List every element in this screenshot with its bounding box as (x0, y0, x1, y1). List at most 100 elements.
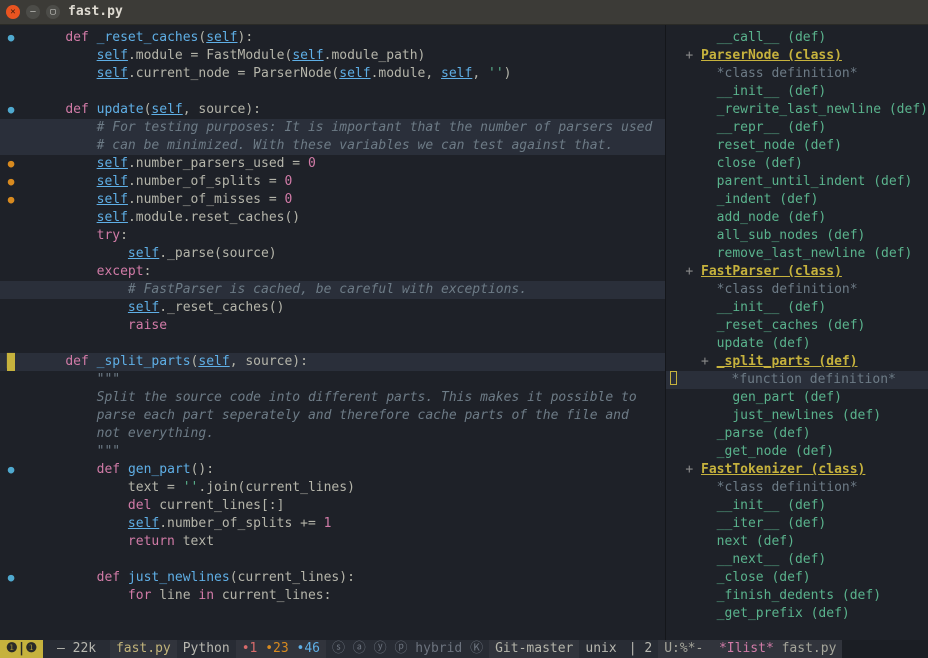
gutter-mark (0, 443, 22, 461)
ml-position: | 2 (623, 640, 658, 658)
code-content: """ (22, 371, 120, 389)
outline-item[interactable]: __iter__ (def) (666, 515, 928, 533)
gutter-mark: ● (0, 191, 22, 209)
code-line[interactable]: text = ''.join(current_lines) (0, 479, 665, 497)
code-content: raise (22, 317, 167, 335)
ml-indicator: ❶|❶ (0, 640, 43, 658)
code-line[interactable]: Split the source code into different par… (0, 389, 665, 407)
code-line[interactable]: ● self.number_of_splits = 0 (0, 173, 665, 191)
code-content: def _split_parts(self, source): (22, 353, 308, 371)
code-line[interactable]: # FastParser is cached, be careful with … (0, 281, 665, 299)
outline-item[interactable]: all_sub_nodes (def) (666, 227, 928, 245)
outline-item[interactable]: __init__ (def) (666, 83, 928, 101)
code-editor[interactable]: ● def _reset_caches(self): self.module =… (0, 25, 665, 640)
outline-item[interactable]: _parse (def) (666, 425, 928, 443)
code-content: self._reset_caches() (22, 299, 284, 317)
gutter-mark (0, 119, 22, 137)
gutter-mark (0, 479, 22, 497)
code-line[interactable] (0, 335, 665, 353)
code-line[interactable]: ● self.number_parsers_used = 0 (0, 155, 665, 173)
gutter-mark (0, 263, 22, 281)
gutter-mark: ● (0, 569, 22, 587)
code-line[interactable]: """ (0, 371, 665, 389)
outline-item[interactable]: _rewrite_last_newline (def) (666, 101, 928, 119)
gutter-mark (0, 317, 22, 335)
gutter-mark: ● (0, 29, 22, 47)
code-line[interactable] (0, 83, 665, 101)
code-line[interactable]: self.number_of_splits += 1 (0, 515, 665, 533)
outline-item[interactable]: + FastParser (class) (666, 263, 928, 281)
code-line[interactable]: ● def _reset_caches(self): (0, 29, 665, 47)
outline-item[interactable]: _reset_caches (def) (666, 317, 928, 335)
code-content: def _reset_caches(self): (22, 29, 253, 47)
outline-item[interactable]: + FastTokenizer (class) (666, 461, 928, 479)
code-line[interactable]: try: (0, 227, 665, 245)
window-title: fast.py (68, 3, 123, 21)
gutter-mark: ● (0, 155, 22, 173)
outline-item[interactable]: reset_node (def) (666, 137, 928, 155)
outline-item[interactable]: + ParserNode (class) (666, 47, 928, 65)
gutter-mark (0, 389, 22, 407)
code-line[interactable]: self.module = FastModule(self.module_pat… (0, 47, 665, 65)
outline-item[interactable]: __init__ (def) (666, 497, 928, 515)
outline-item[interactable]: next (def) (666, 533, 928, 551)
outline-item[interactable]: close (def) (666, 155, 928, 173)
code-line[interactable]: del current_lines[:] (0, 497, 665, 515)
code-line[interactable]: return text (0, 533, 665, 551)
code-line[interactable]: ● def just_newlines(current_lines): (0, 569, 665, 587)
gutter-mark (0, 533, 22, 551)
outline-item[interactable]: *class definition* (666, 281, 928, 299)
outline-item[interactable]: _finish_dedents (def) (666, 587, 928, 605)
code-line[interactable]: self.current_node = ParserNode(self.modu… (0, 65, 665, 83)
minimize-icon[interactable]: – (26, 5, 40, 19)
outline-item[interactable]: _get_node (def) (666, 443, 928, 461)
code-line[interactable]: parse each part seperately and therefore… (0, 407, 665, 425)
gutter-mark (0, 137, 22, 155)
outline-item[interactable]: just_newlines (def) (666, 407, 928, 425)
maximize-icon[interactable]: ▢ (46, 5, 60, 19)
gutter-mark (0, 497, 22, 515)
outline-item[interactable]: __repr__ (def) (666, 119, 928, 137)
ml-git: Git-master (489, 640, 579, 658)
outline-item[interactable]: update (def) (666, 335, 928, 353)
code-content: """ (22, 443, 120, 461)
code-line[interactable]: ● def update(self, source): (0, 101, 665, 119)
outline-panel[interactable]: __call__ (def) + ParserNode (class) *cla… (665, 25, 928, 640)
code-line[interactable]: not everything. (0, 425, 665, 443)
outline-item[interactable]: __call__ (def) (666, 29, 928, 47)
outline-item[interactable]: __next__ (def) (666, 551, 928, 569)
code-line[interactable]: ● self.number_of_misses = 0 (0, 191, 665, 209)
code-line[interactable]: self._parse(source) (0, 245, 665, 263)
outline-item[interactable]: _get_prefix (def) (666, 605, 928, 623)
code-line[interactable]: raise (0, 317, 665, 335)
outline-item[interactable]: *class definition* (666, 479, 928, 497)
code-line[interactable]: # For testing purposes: It is important … (0, 119, 665, 137)
code-line[interactable]: # can be minimized. With these variables… (0, 137, 665, 155)
gutter-mark (0, 209, 22, 227)
outline-item[interactable]: __init__ (def) (666, 299, 928, 317)
close-icon[interactable]: ✕ (6, 5, 20, 19)
outline-item[interactable]: parent_until_indent (def) (666, 173, 928, 191)
code-line[interactable]: """ (0, 443, 665, 461)
code-line[interactable]: self._reset_caches() (0, 299, 665, 317)
outline-item[interactable]: gen_part (def) (666, 389, 928, 407)
code-line[interactable]: ● def gen_part(): (0, 461, 665, 479)
outline-item[interactable]: _indent (def) (666, 191, 928, 209)
code-line[interactable]: █ def _split_parts(self, source): (0, 353, 665, 371)
gutter-mark (0, 515, 22, 533)
outline-item[interactable]: _close (def) (666, 569, 928, 587)
code-line[interactable]: self.module.reset_caches() (0, 209, 665, 227)
outline-item[interactable]: remove_last_newline (def) (666, 245, 928, 263)
outline-item[interactable]: add_node (def) (666, 209, 928, 227)
outline-item[interactable]: + _split_parts (def) (666, 353, 928, 371)
code-line[interactable] (0, 551, 665, 569)
outline-item[interactable]: *class definition* (666, 65, 928, 83)
outline-item[interactable]: *function definition* (666, 371, 928, 389)
code-content: try: (22, 227, 128, 245)
code-line[interactable]: for line in current_lines: (0, 587, 665, 605)
titlebar: ✕ – ▢ fast.py (0, 0, 928, 25)
gutter-mark (0, 299, 22, 317)
code-line[interactable]: except: (0, 263, 665, 281)
code-content (22, 335, 34, 353)
code-content (22, 83, 34, 101)
